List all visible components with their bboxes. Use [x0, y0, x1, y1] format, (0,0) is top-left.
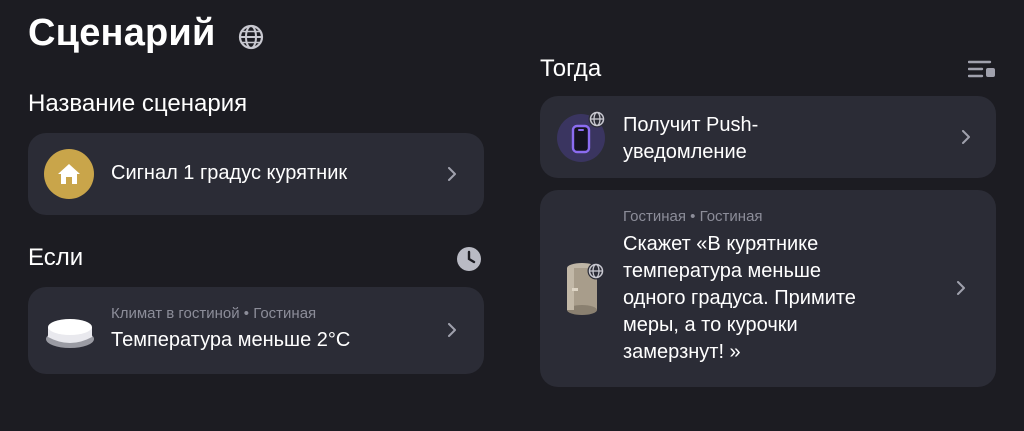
- separator-dot: •: [690, 208, 696, 225]
- globe-icon: [588, 110, 606, 128]
- then-section-label: Тогда: [540, 55, 602, 82]
- action-push-line-1: Получит Push-: [623, 114, 759, 136]
- house-icon: [44, 149, 94, 199]
- action-push-card[interactable]: Получит Push- уведомление: [540, 96, 996, 178]
- condition-subtitle: Климат в гостиной • Гостиная: [111, 305, 316, 322]
- globe-icon: [587, 262, 605, 280]
- climate-sensor-icon: [42, 309, 98, 353]
- page-title: Сценарий: [28, 12, 216, 54]
- speaker-room: Гостиная: [699, 208, 763, 225]
- action-speaker-subtitle: Гостиная • Гостиная: [623, 208, 763, 225]
- action-speaker-card[interactable]: Гостиная • Гостиная Скажет «В курятнике …: [540, 190, 996, 387]
- chevron-right-icon: [445, 167, 459, 181]
- chevron-right-icon: [959, 130, 973, 144]
- action-speaker-text: Скажет «В курятнике температура меньше о…: [623, 231, 856, 366]
- action-push-line-2: уведомление: [623, 141, 747, 163]
- condition-room: Гостиная: [253, 305, 317, 322]
- action-push-text: Получит Push- уведомление: [623, 112, 758, 166]
- chevron-right-icon: [954, 281, 968, 295]
- if-section-label: Если: [28, 244, 84, 271]
- globe-icon[interactable]: [238, 24, 264, 50]
- clock-icon[interactable]: [456, 246, 482, 272]
- scenario-name-card[interactable]: Сигнал 1 градус курятник: [28, 133, 484, 215]
- separator-dot: •: [243, 305, 250, 322]
- list-settings-icon[interactable]: [968, 59, 996, 79]
- scenario-name-text: Сигнал 1 градус курятник: [111, 162, 348, 184]
- chevron-right-icon: [445, 323, 459, 337]
- speaker-line-1: Скажет «В курятнике: [623, 233, 819, 255]
- condition-device: Климат в гостиной: [111, 305, 240, 322]
- speaker-line-4: меры, а то курочки: [623, 314, 798, 336]
- speaker-line-3: одного градуса. Примите: [623, 287, 856, 309]
- speaker-line-5: замерзнут! »: [623, 341, 741, 363]
- speaker-device: Гостиная: [623, 208, 686, 225]
- condition-card[interactable]: Климат в гостиной • Гостиная Температура…: [28, 287, 484, 374]
- speaker-line-2: температура меньше: [623, 260, 822, 282]
- condition-text: Температура меньше 2°C: [111, 329, 351, 351]
- scenario-name-label: Название сценария: [28, 90, 248, 117]
